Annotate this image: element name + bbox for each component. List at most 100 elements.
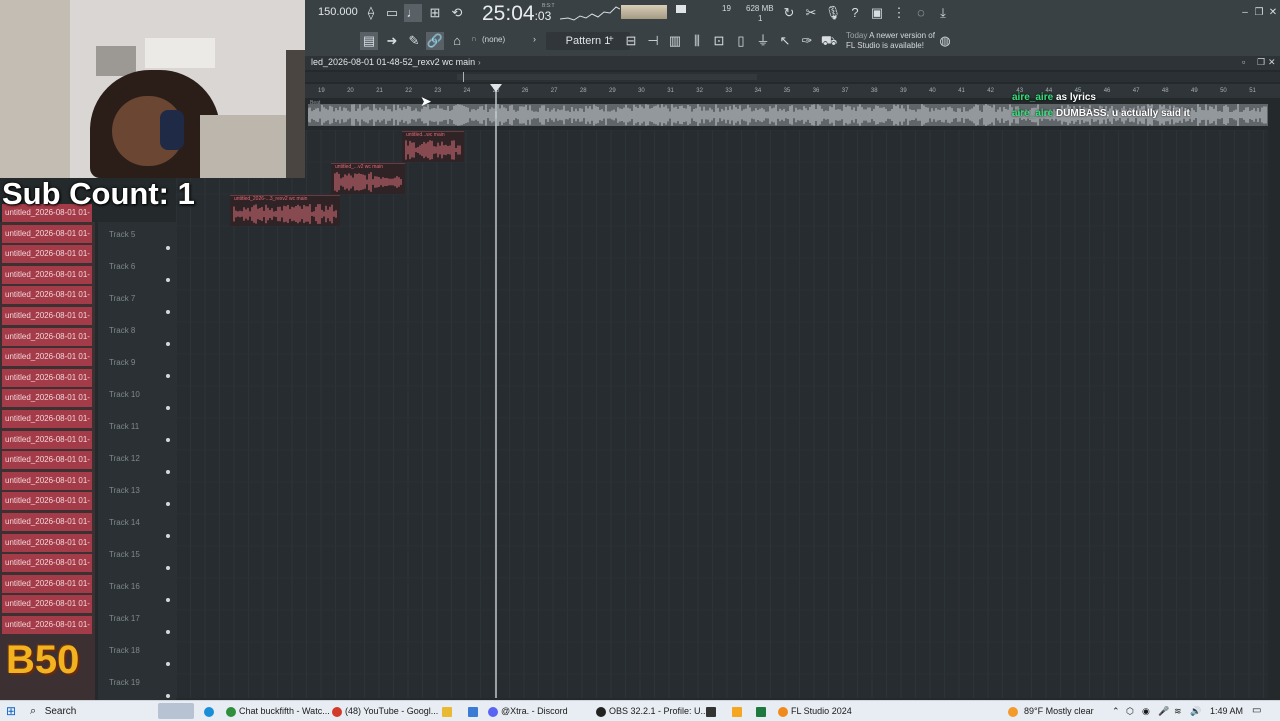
playlist-minimize-icon[interactable]: ▫ — [1242, 57, 1245, 67]
loop-record-icon[interactable]: ⟲ — [448, 4, 466, 22]
piano-roll-icon[interactable]: ▥ — [666, 32, 684, 50]
microphone-icon[interactable]: 🎙 — [824, 4, 842, 22]
file-icon[interactable]: ▯ — [732, 32, 750, 50]
snap-select[interactable]: (none) — [482, 35, 505, 44]
track-mute-led[interactable] — [166, 630, 170, 634]
track-header[interactable]: Track 9 — [104, 352, 174, 384]
refresh-icon[interactable]: ↻ — [780, 4, 798, 22]
channel-rack-icon[interactable]: ⊣ — [644, 32, 662, 50]
clip-browser-item[interactable]: untitled_2026-08-01 01- — [2, 595, 92, 614]
update-notice[interactable]: Today A newer version of FL Studio is av… — [846, 31, 936, 51]
playlist-maximize-icon[interactable]: ❐ — [1257, 57, 1265, 68]
mixer-plugin-icon[interactable]: ⋮ — [890, 4, 908, 22]
weather-icon[interactable] — [1008, 703, 1021, 719]
windows-start-icon[interactable]: ⊞ — [6, 703, 16, 719]
clip-browser-item[interactable]: untitled_2026-08-01 01- — [2, 554, 92, 573]
countdown-icon[interactable]: ♩ — [404, 4, 422, 22]
track-header[interactable]: Track 12 — [104, 448, 174, 480]
playlist-close-icon[interactable]: ✕ — [1268, 57, 1276, 68]
track-header[interactable]: Track 16 — [104, 576, 174, 608]
terminal-icon[interactable] — [706, 703, 719, 719]
clip-browser-item[interactable]: untitled_2026-08-01 01- — [2, 224, 92, 243]
browser-icon[interactable]: ⊡ — [710, 32, 728, 50]
clip-browser-item[interactable]: untitled_2026-08-01 01- — [2, 245, 92, 264]
clock-time[interactable]: 1:49 AM — [1210, 703, 1243, 719]
track-mute-led[interactable] — [166, 406, 170, 410]
clip-browser-item[interactable]: untitled_2026-08-01 01- — [2, 265, 92, 284]
audio-clip[interactable]: untitled...wc main — [402, 131, 464, 162]
save-icon[interactable]: ▣ — [868, 4, 886, 22]
draw-tool-icon[interactable]: ✎ — [405, 32, 423, 50]
playlist-scrollbar[interactable] — [305, 72, 1280, 82]
clip-browser-item[interactable]: untitled_2026-08-01 01- — [2, 410, 92, 428]
close-icon[interactable]: ✕ — [1264, 4, 1280, 22]
mixer-icon[interactable]: ⊟ — [622, 32, 640, 50]
plugin-icon[interactable]: ⏚ — [754, 32, 772, 50]
wifi-icon[interactable]: ≋ — [1174, 703, 1182, 719]
clip-browser-item[interactable]: untitled_2026-08-01 01- — [2, 389, 92, 408]
app-icon[interactable] — [468, 703, 481, 719]
arrow-icon[interactable]: ➜ — [383, 32, 401, 50]
clip-browser-item[interactable]: untitled_2026-08-01 01- — [2, 451, 92, 470]
tray-mic-icon[interactable]: 🎤 — [1158, 703, 1169, 719]
clip-browser-item[interactable]: untitled_2026-08-01 01- — [2, 616, 92, 634]
brush-icon[interactable]: ↖ — [776, 32, 794, 50]
track-mute-led[interactable] — [166, 310, 170, 314]
taskbar-app[interactable]: (48) YouTube - Googl... — [332, 703, 438, 719]
clip-browser-item[interactable]: untitled_2026-08-01 01- — [2, 574, 92, 593]
download-icon[interactable]: ⤓ — [934, 4, 952, 22]
track-mute-led[interactable] — [166, 566, 170, 570]
track-header[interactable]: Track 17 — [104, 608, 174, 640]
track-header[interactable]: Track 18 — [104, 640, 174, 672]
faders-icon[interactable]: ⫼ — [688, 32, 706, 50]
track-mute-led[interactable] — [166, 502, 170, 506]
title-arrow-icon[interactable]: › — [478, 58, 481, 67]
track-mute-led[interactable] — [166, 278, 170, 282]
help-icon[interactable]: ? — [846, 4, 864, 22]
track-header[interactable]: Track 11 — [104, 416, 174, 448]
track-mute-led[interactable] — [166, 342, 170, 346]
tray-app-icon[interactable]: ⬡ — [1126, 703, 1134, 719]
playhead-line[interactable] — [495, 84, 497, 698]
track-header[interactable]: Track 14 — [104, 512, 174, 544]
clip-browser-item[interactable]: untitled_2026-08-01 01- — [2, 348, 92, 367]
shop-icon[interactable]: ⛟ — [820, 32, 838, 50]
audio-clip[interactable]: untitled_2026-...3_rexv2 wc main — [230, 195, 340, 226]
notification-icon[interactable]: ▭ — [1252, 703, 1261, 719]
track-mute-led[interactable] — [166, 694, 170, 698]
track-header[interactable]: Track 6 — [104, 256, 174, 288]
track-mute-led[interactable] — [166, 662, 170, 666]
weather-text[interactable]: 89°F Mostly clear — [1024, 703, 1094, 719]
track-mute-led[interactable] — [166, 374, 170, 378]
track-header[interactable]: Track 8 — [104, 320, 174, 352]
wait-input-icon[interactable]: ▭ — [383, 4, 401, 22]
tray-chevron-icon[interactable]: ⌃ — [1112, 703, 1120, 719]
track-header[interactable]: Track 7 — [104, 288, 174, 320]
track-header[interactable]: Track 15 — [104, 544, 174, 576]
tempo-display[interactable]: 150.000 — [318, 6, 358, 18]
clip-browser-item[interactable]: untitled_2026-08-01 01- — [2, 513, 92, 531]
clip-browser-item[interactable]: untitled_2026-08-01 01- — [2, 307, 92, 325]
playlist-icon[interactable]: ▤ — [360, 32, 378, 50]
notes-icon[interactable] — [732, 703, 745, 719]
clip-browser-item[interactable]: untitled_2026-08-01 01- — [2, 492, 92, 511]
pattern-prev-icon[interactable]: › — [533, 34, 536, 44]
track-header[interactable]: Track 13 — [104, 480, 174, 512]
taskbar-app[interactable]: @Xtra. - Discord — [488, 703, 568, 719]
clip-browser-item[interactable]: untitled_2026-08-01 01- — [2, 430, 92, 449]
cut-icon[interactable]: ✂ — [802, 4, 820, 22]
chat-icon[interactable]: ◌ — [912, 4, 930, 22]
master-pitch-slider[interactable] — [676, 5, 686, 13]
taskbar-app[interactable]: OBS 32.2.1 - Profile: U... — [596, 703, 708, 719]
link-icon[interactable]: 🔗 — [426, 32, 444, 50]
clip-browser-item[interactable]: untitled_2026-08-01 01- — [2, 327, 92, 346]
search-box[interactable]: ⌕ Search — [30, 703, 76, 719]
track-mute-led[interactable] — [166, 246, 170, 250]
taskbar-app[interactable]: FL Studio 2024 — [778, 703, 852, 719]
edge-icon[interactable] — [204, 703, 217, 719]
track-header[interactable]: Track 5 — [104, 224, 174, 256]
volume-icon[interactable]: 🔊 — [1190, 703, 1201, 719]
taskbar-app[interactable]: Chat buckfifth - Watc... — [226, 703, 330, 719]
audio-clip[interactable]: untitled_...v2 wc main — [331, 163, 405, 194]
excel-icon[interactable] — [756, 703, 769, 719]
